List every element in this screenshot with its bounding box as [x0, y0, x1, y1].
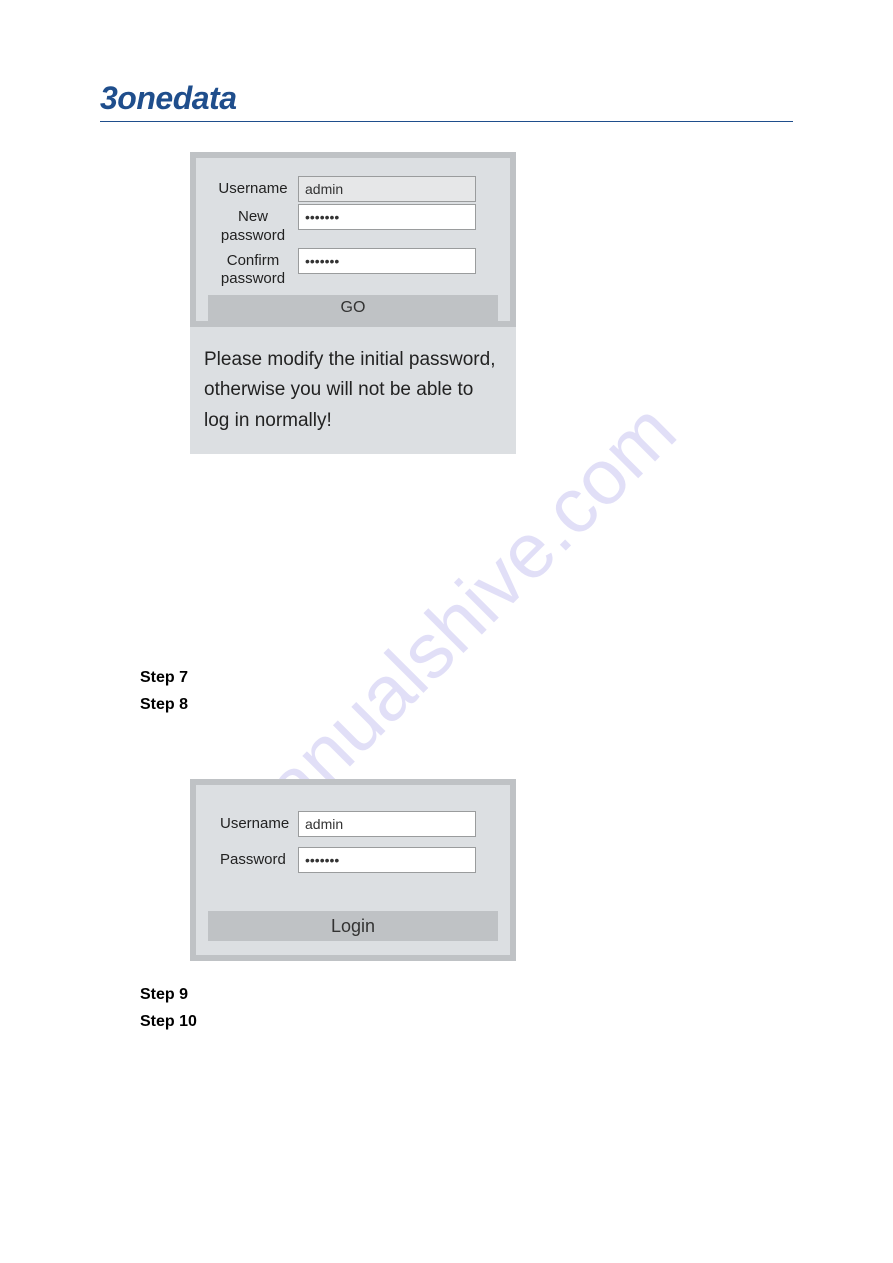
login-password-label: Password	[208, 847, 298, 870]
step-9: Step 9	[140, 981, 793, 1008]
go-button[interactable]: GO	[208, 295, 498, 321]
steps-lower: Step 9 Step 10	[140, 981, 793, 1035]
login-button[interactable]: Login	[208, 911, 498, 941]
login-password-input[interactable]	[298, 847, 476, 873]
username-label: Username	[208, 176, 298, 199]
new-password-row: New password	[208, 204, 498, 246]
confirm-password-label: Confirm password	[208, 248, 298, 290]
step-7: Step 7	[140, 664, 793, 691]
steps-upper: Step 7 Step 8	[140, 664, 793, 718]
step-10: Step 10	[140, 1008, 793, 1035]
login-username-label: Username	[208, 811, 298, 834]
login-panel: Username Password Login	[190, 779, 516, 961]
modify-password-panel: Username New password Confirm password G…	[190, 152, 516, 327]
username-row: Username	[208, 176, 498, 202]
login-username-row: Username	[208, 811, 498, 837]
username-input	[298, 176, 476, 202]
new-password-label: New password	[208, 204, 298, 246]
confirm-password-input[interactable]	[298, 248, 476, 274]
new-password-input[interactable]	[298, 204, 476, 230]
login-password-row: Password	[208, 847, 498, 873]
warning-message: Please modify the initial password, othe…	[190, 327, 516, 454]
login-username-input[interactable]	[298, 811, 476, 837]
confirm-password-row: Confirm password	[208, 248, 498, 290]
brand-logo: 3onedata	[100, 80, 793, 117]
step-8: Step 8	[140, 691, 793, 718]
header-divider	[100, 121, 793, 122]
